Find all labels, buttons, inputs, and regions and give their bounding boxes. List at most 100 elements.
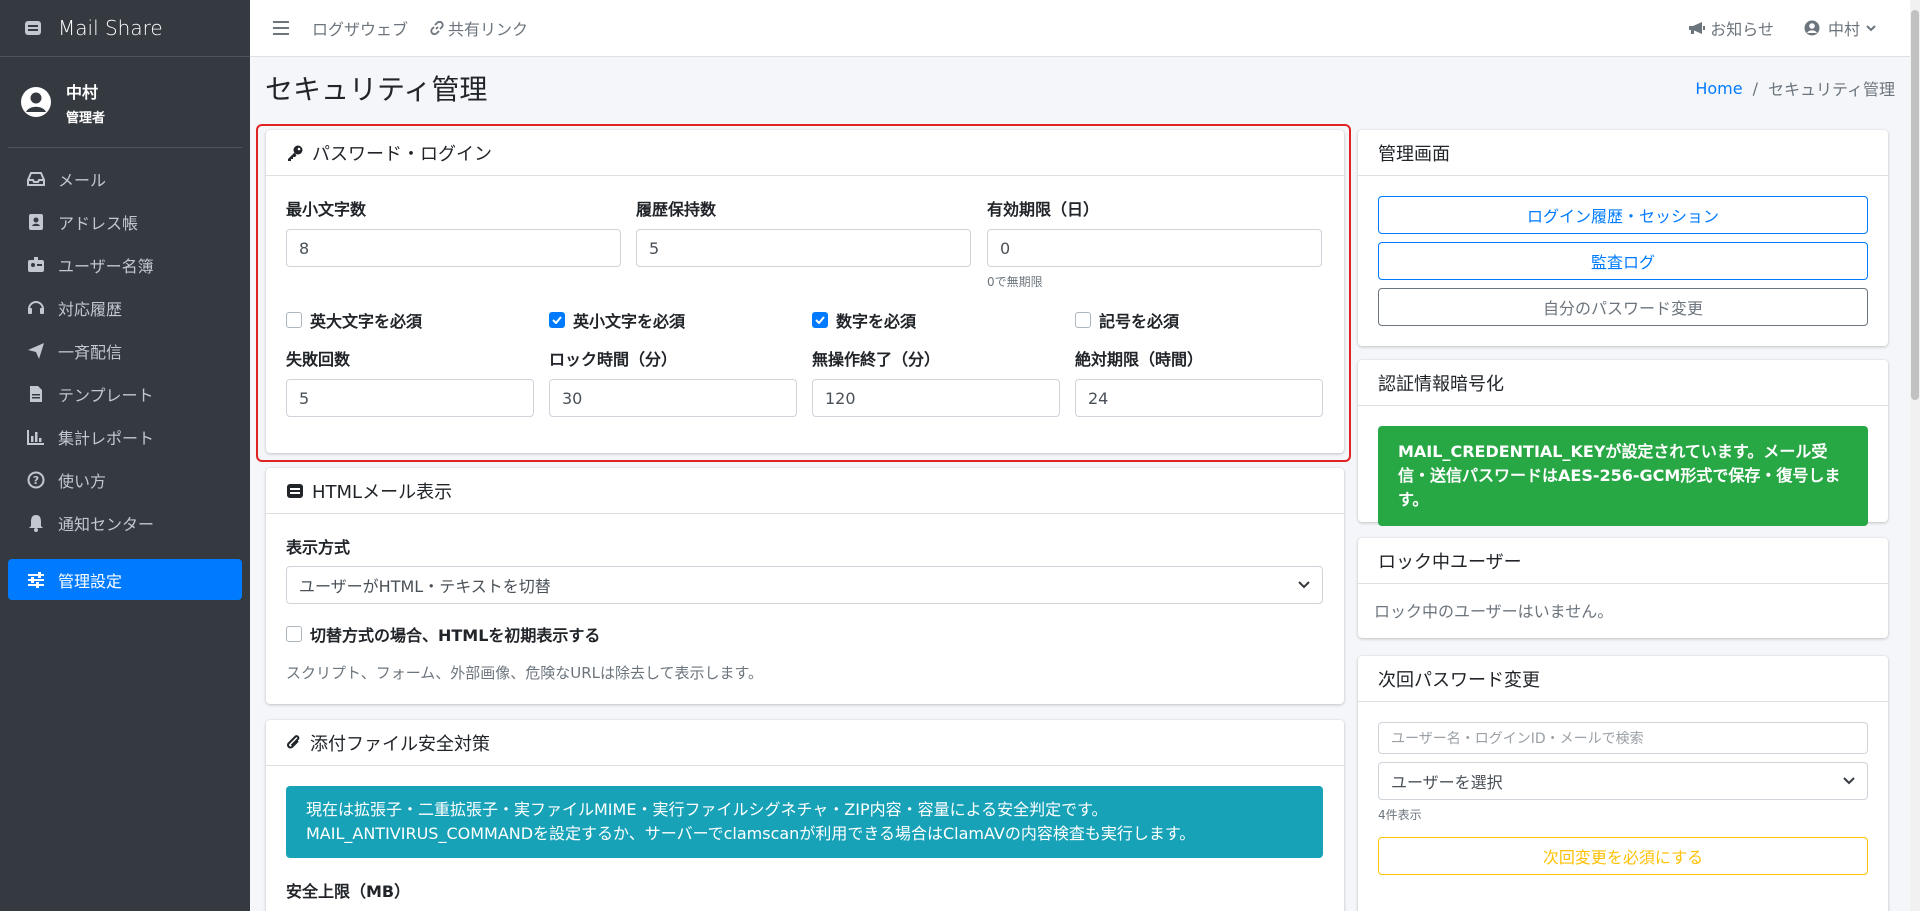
sidebar-item-label: 対応履歴 <box>58 299 123 319</box>
paper-plane-icon <box>26 341 46 361</box>
card-title: 添付ファイル安全対策 <box>310 733 490 755</box>
html-initial-checkbox[interactable]: 切替方式の場合、HTMLを初期表示する <box>286 622 600 646</box>
credential-alert: MAIL_CREDENTIAL_KEYが設定されています。メール受信・送信パスワ… <box>1378 426 1868 526</box>
file-icon <box>26 384 46 404</box>
card-header: 添付ファイル安全対策 <box>266 720 1344 766</box>
expiry-label: 有効期限（日） <box>987 200 1100 219</box>
question-icon: ? <box>26 470 46 490</box>
expiry-input[interactable]: 0 <box>987 229 1322 267</box>
checkbox-unchecked-icon <box>286 312 302 328</box>
address-book-icon <box>26 212 46 232</box>
sidebar-item-help[interactable]: ? 使い方 <box>8 459 242 500</box>
expiry-help: 0で無期限 <box>987 275 1043 289</box>
require-symbol-checkbox[interactable]: 記号を必須 <box>1075 308 1179 332</box>
sidebar-item-user-roster[interactable]: ユーザー名簿 <box>8 244 242 285</box>
sidebar: Mail Share 中村 管理者 メール アドレス帳 ユーザー名簿 対応履歴 <box>0 0 250 911</box>
sidebar-item-label: 使い方 <box>58 471 107 491</box>
user-role: 管理者 <box>66 110 106 126</box>
sidebar-item-report[interactable]: 集計レポート <box>8 416 242 457</box>
scrollbar[interactable] <box>1910 0 1920 911</box>
display-mode-select[interactable]: ユーザーがHTML・テキストを切替 <box>286 566 1323 604</box>
card-header: 管理画面 <box>1358 130 1888 176</box>
chart-bar-icon <box>26 427 46 447</box>
user-select[interactable]: ユーザーを選択 <box>1378 762 1868 800</box>
brand-name: Mail Share <box>58 16 163 40</box>
history-input[interactable]: 5 <box>636 229 971 267</box>
require-digit-checkbox[interactable]: 数字を必須 <box>812 308 916 332</box>
checkbox-checked-icon <box>549 312 565 328</box>
sidebar-item-label: 通知センター <box>58 514 155 534</box>
absolute-limit-label: 絶対期限（時間） <box>1075 350 1204 369</box>
change-password-button[interactable]: 自分のパスワード変更 <box>1378 288 1868 326</box>
attachment-info-line2: MAIL_ANTIVIRUS_COMMANDを設定するか、サーバーでclamsc… <box>306 824 1196 843</box>
sidebar-item-admin-settings[interactable]: 管理設定 <box>8 559 242 600</box>
credential-card: 認証情報暗号化 MAIL_CREDENTIAL_KEYが設定されています。メール… <box>1358 360 1888 526</box>
user-search-input[interactable]: ユーザー名・ログインID・メールで検索 <box>1378 722 1868 754</box>
fail-count-input[interactable]: 5 <box>286 379 534 417</box>
user-panel[interactable]: 中村 管理者 <box>8 57 242 148</box>
breadcrumb: Home / セキュリティ管理 <box>1695 76 1895 100</box>
scrollbar-thumb[interactable] <box>1911 10 1919 400</box>
sidebar-item-label: 集計レポート <box>58 428 155 448</box>
display-mode-value: ユーザーがHTML・テキストを切替 <box>299 577 551 596</box>
user-name: 中村 <box>66 82 99 102</box>
breadcrumb-home[interactable]: Home <box>1695 79 1742 98</box>
card-header: ロック中ユーザー <box>1358 538 1888 584</box>
chevron-down-icon <box>1843 777 1855 785</box>
notice-link[interactable]: お知らせ <box>1688 16 1774 40</box>
sidebar-item-broadcast[interactable]: 一斉配信 <box>8 330 242 371</box>
require-lower-checkbox[interactable]: 英小文字を必須 <box>549 308 685 332</box>
attachment-safety-card: 添付ファイル安全対策 現在は拡張子・二重拡張子・実ファイルMIME・実行ファイル… <box>266 720 1344 911</box>
breadcrumb-separator: / <box>1752 78 1758 98</box>
fail-count-label: 失敗回数 <box>286 350 351 369</box>
html-mail-note: スクリプト、フォーム、外部画像、危険なURLは除去して表示します。 <box>286 664 764 682</box>
audit-log-button[interactable]: 監査ログ <box>1378 242 1868 280</box>
content-header: セキュリティ管理 Home / セキュリティ管理 <box>265 68 1895 108</box>
attachment-info-line1: 現在は拡張子・二重拡張子・実ファイルMIME・実行ファイルシグネチャ・ZIP内容… <box>306 800 1108 819</box>
password-login-card: パスワード・ログイン 最小文字数 8 履歴保持数 5 有効期限（日） 0 0で無… <box>266 130 1344 453</box>
user-menu-label: 中村 <box>1827 20 1860 39</box>
history-label: 履歴保持数 <box>636 200 717 219</box>
card-header: パスワード・ログイン <box>266 130 1344 176</box>
megaphone-icon <box>1689 22 1706 34</box>
chevron-down-icon <box>1866 25 1876 32</box>
login-history-button[interactable]: ログイン履歴・セッション <box>1378 196 1868 234</box>
require-symbol-label: 記号を必須 <box>1099 312 1180 331</box>
card-title: ロック中ユーザー <box>1378 551 1522 573</box>
card-header: 認証情報暗号化 <box>1358 360 1888 406</box>
nav-link-share-label: 共有リンク <box>448 20 529 39</box>
sidebar-item-notifications[interactable]: 通知センター <box>8 502 242 543</box>
min-length-input[interactable]: 8 <box>286 229 621 267</box>
absolute-limit-input[interactable]: 24 <box>1075 379 1323 417</box>
key-icon <box>288 145 303 161</box>
page-title: セキュリティ管理 <box>265 73 488 106</box>
nav-link-logs[interactable]: ログザウェブ <box>312 16 408 40</box>
lock-time-input[interactable]: 30 <box>549 379 797 417</box>
sidebar-item-address-book[interactable]: アドレス帳 <box>8 201 242 242</box>
checkbox-checked-icon <box>812 312 828 328</box>
require-next-change-button[interactable]: 次回変更を必須にする <box>1378 837 1868 875</box>
card-title: 管理画面 <box>1378 143 1450 165</box>
user-menu[interactable]: 中村 <box>1804 16 1880 40</box>
require-upper-checkbox[interactable]: 英大文字を必須 <box>286 308 422 332</box>
id-badge-icon <box>26 255 46 275</box>
idle-timeout-input[interactable]: 120 <box>812 379 1060 417</box>
mail-box-icon <box>287 483 303 498</box>
min-length-label: 最小文字数 <box>286 200 367 219</box>
nav-link-share[interactable]: 共有リンク <box>430 16 528 40</box>
attachment-info-alert: 現在は拡張子・二重拡張子・実ファイルMIME・実行ファイルシグネチャ・ZIP内容… <box>286 786 1323 858</box>
menu-toggle-icon[interactable] <box>272 19 290 37</box>
sidebar-item-label: ユーザー名簿 <box>58 256 154 276</box>
notice-label: お知らせ <box>1710 20 1774 39</box>
safety-limit-label: 安全上限（MB） <box>286 882 411 901</box>
sidebar-item-template[interactable]: テンプレート <box>8 373 242 414</box>
sidebar-item-label: アドレス帳 <box>58 213 139 233</box>
card-header: HTMLメール表示 <box>266 468 1344 514</box>
html-initial-label: 切替方式の場合、HTMLを初期表示する <box>310 626 601 645</box>
headset-icon <box>26 298 46 318</box>
brand[interactable]: Mail Share <box>0 0 250 57</box>
require-digit-label: 数字を必須 <box>836 312 917 331</box>
paperclip-icon <box>287 734 300 748</box>
sidebar-item-mail[interactable]: メール <box>8 158 242 199</box>
sidebar-item-history[interactable]: 対応履歴 <box>8 287 242 328</box>
